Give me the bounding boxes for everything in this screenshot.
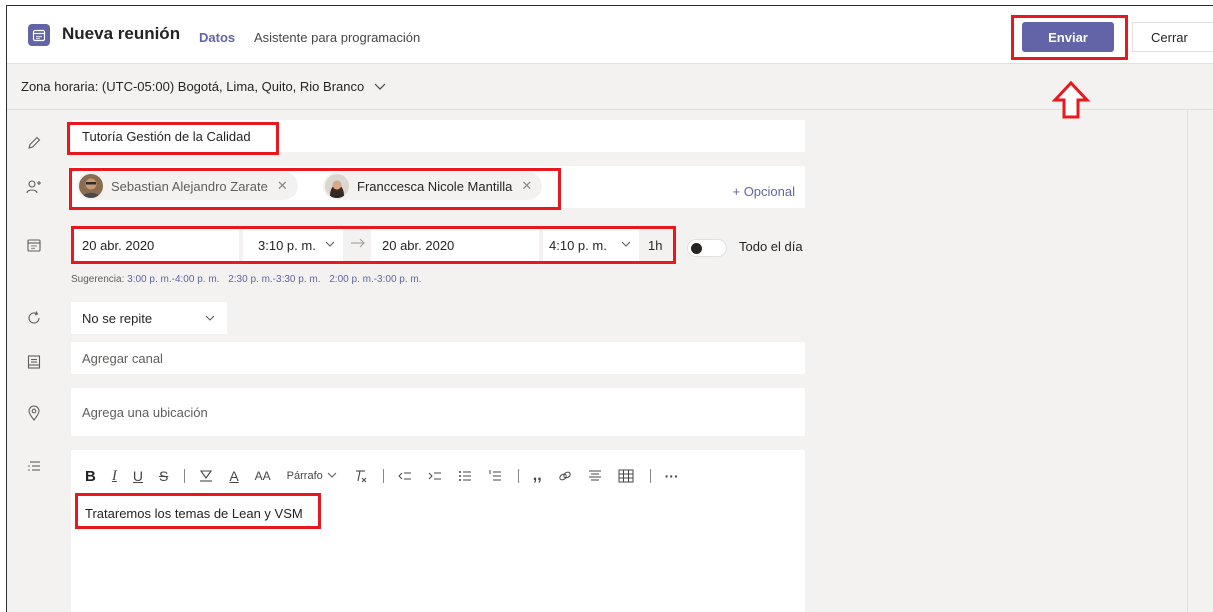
numbered-list-icon[interactable] [488, 469, 502, 483]
time-suggestions: Sugerencia: 3:00 p. m.-4:00 p. m. 2:30 p… [71, 274, 422, 285]
header-bar: Nueva reunión Datos Asistente para progr… [7, 6, 1213, 64]
suggestion-link[interactable]: 2:00 p. m.-3:00 p. m. [329, 274, 421, 285]
chevron-down-icon [325, 237, 335, 254]
repeat-icon [25, 309, 43, 327]
optional-attendees-link[interactable]: + Opcional [732, 184, 795, 199]
all-day-toggle[interactable] [687, 239, 727, 257]
arrow-right-icon [350, 236, 366, 255]
attendee-chip[interactable]: Sebastian Alejandro Zarate ✕ [77, 172, 298, 200]
timezone-row[interactable]: Zona horaria: (UTC-05:00) Bogotá, Lima, … [7, 64, 1213, 110]
avatar [79, 174, 103, 198]
toolbar-divider [184, 469, 186, 483]
tab-datos[interactable]: Datos [199, 30, 235, 45]
font-size-button[interactable]: AA [255, 469, 271, 483]
chevron-down-icon [205, 311, 215, 330]
strikethrough-button[interactable]: S [159, 468, 168, 484]
channel-field[interactable]: Agregar canal [71, 342, 805, 374]
right-panel-divider [1187, 110, 1213, 612]
location-field[interactable]: Agrega una ubicación [71, 388, 805, 436]
repeat-select[interactable]: No se repite [71, 302, 227, 334]
send-button[interactable]: Enviar [1022, 22, 1114, 52]
underline-button[interactable]: U [133, 468, 143, 484]
outdent-icon[interactable] [398, 469, 412, 483]
end-date-field[interactable]: 20 abr. 2020 [371, 229, 539, 261]
close-button[interactable]: Cerrar [1132, 22, 1213, 52]
toolbar-divider [382, 469, 384, 483]
highlight-icon[interactable] [199, 469, 213, 483]
new-meeting-window: Nueva reunión Datos Asistente para progr… [6, 5, 1213, 612]
align-icon[interactable] [588, 469, 602, 483]
link-icon[interactable] [558, 469, 572, 483]
close-icon[interactable]: ✕ [277, 178, 288, 194]
toolbar-divider [517, 469, 519, 483]
timezone-label: Zona horaria: (UTC-05:00) Bogotá, Lima, … [21, 79, 386, 94]
font-color-button[interactable]: A [229, 468, 238, 484]
chevron-down-icon [327, 470, 337, 483]
tab-asistente[interactable]: Asistente para programación [254, 30, 420, 45]
text-format-icon [25, 458, 43, 476]
channel-icon [25, 353, 43, 371]
calendar-icon [25, 236, 43, 254]
paragraph-select[interactable]: Párrafo [287, 470, 337, 483]
table-icon[interactable] [618, 469, 634, 483]
attendees-field[interactable]: Sebastian Alejandro Zarate ✕ Franccesca … [71, 166, 805, 208]
start-date-field[interactable]: 20 abr. 2020 [71, 229, 239, 261]
add-person-icon [25, 178, 43, 196]
pencil-icon [25, 134, 43, 152]
description-text: Trataremos los temas de Lean y VSM [85, 506, 303, 521]
attendee-name: Sebastian Alejandro Zarate [111, 178, 268, 194]
suggestion-link[interactable]: 3:00 p. m.-4:00 p. m. [127, 274, 219, 285]
bold-button[interactable]: B [85, 468, 96, 485]
suggestion-link[interactable]: 2:30 p. m.-3:30 p. m. [228, 274, 320, 285]
close-icon[interactable]: ✕ [521, 178, 532, 194]
location-pin-icon [25, 404, 43, 422]
calendar-icon [28, 24, 50, 46]
toggle-knob [691, 243, 702, 254]
toolbar-divider [649, 469, 651, 483]
clear-format-icon[interactable] [353, 469, 367, 483]
chevron-down-icon [621, 237, 631, 254]
bullet-list-icon[interactable] [458, 469, 472, 483]
title-field[interactable]: Tutoría Gestión de la Calidad [71, 120, 805, 152]
format-toolbar: B I U S A AA Párrafo ,, ··· [85, 465, 695, 487]
chevron-down-icon [374, 82, 386, 94]
indent-icon[interactable] [428, 469, 442, 483]
avatar [325, 174, 349, 198]
start-time-select[interactable]: 3:10 p. m. [243, 229, 343, 261]
end-time-select[interactable]: 4:10 p. m. [543, 229, 639, 261]
page-title: Nueva reunión [62, 24, 181, 43]
italic-button[interactable]: I [112, 468, 117, 485]
quote-icon[interactable]: ,, [533, 467, 542, 485]
attendee-chip[interactable]: Franccesca Nicole Mantilla ✕ [323, 172, 543, 200]
duration-label: 1h [648, 238, 663, 253]
more-options-icon[interactable]: ··· [665, 468, 679, 484]
attendee-name: Franccesca Nicole Mantilla [357, 178, 513, 194]
arrow-up-icon [1051, 80, 1091, 125]
title-input-value: Tutoría Gestión de la Calidad [82, 129, 251, 144]
all-day-label: Todo el día [739, 239, 803, 254]
